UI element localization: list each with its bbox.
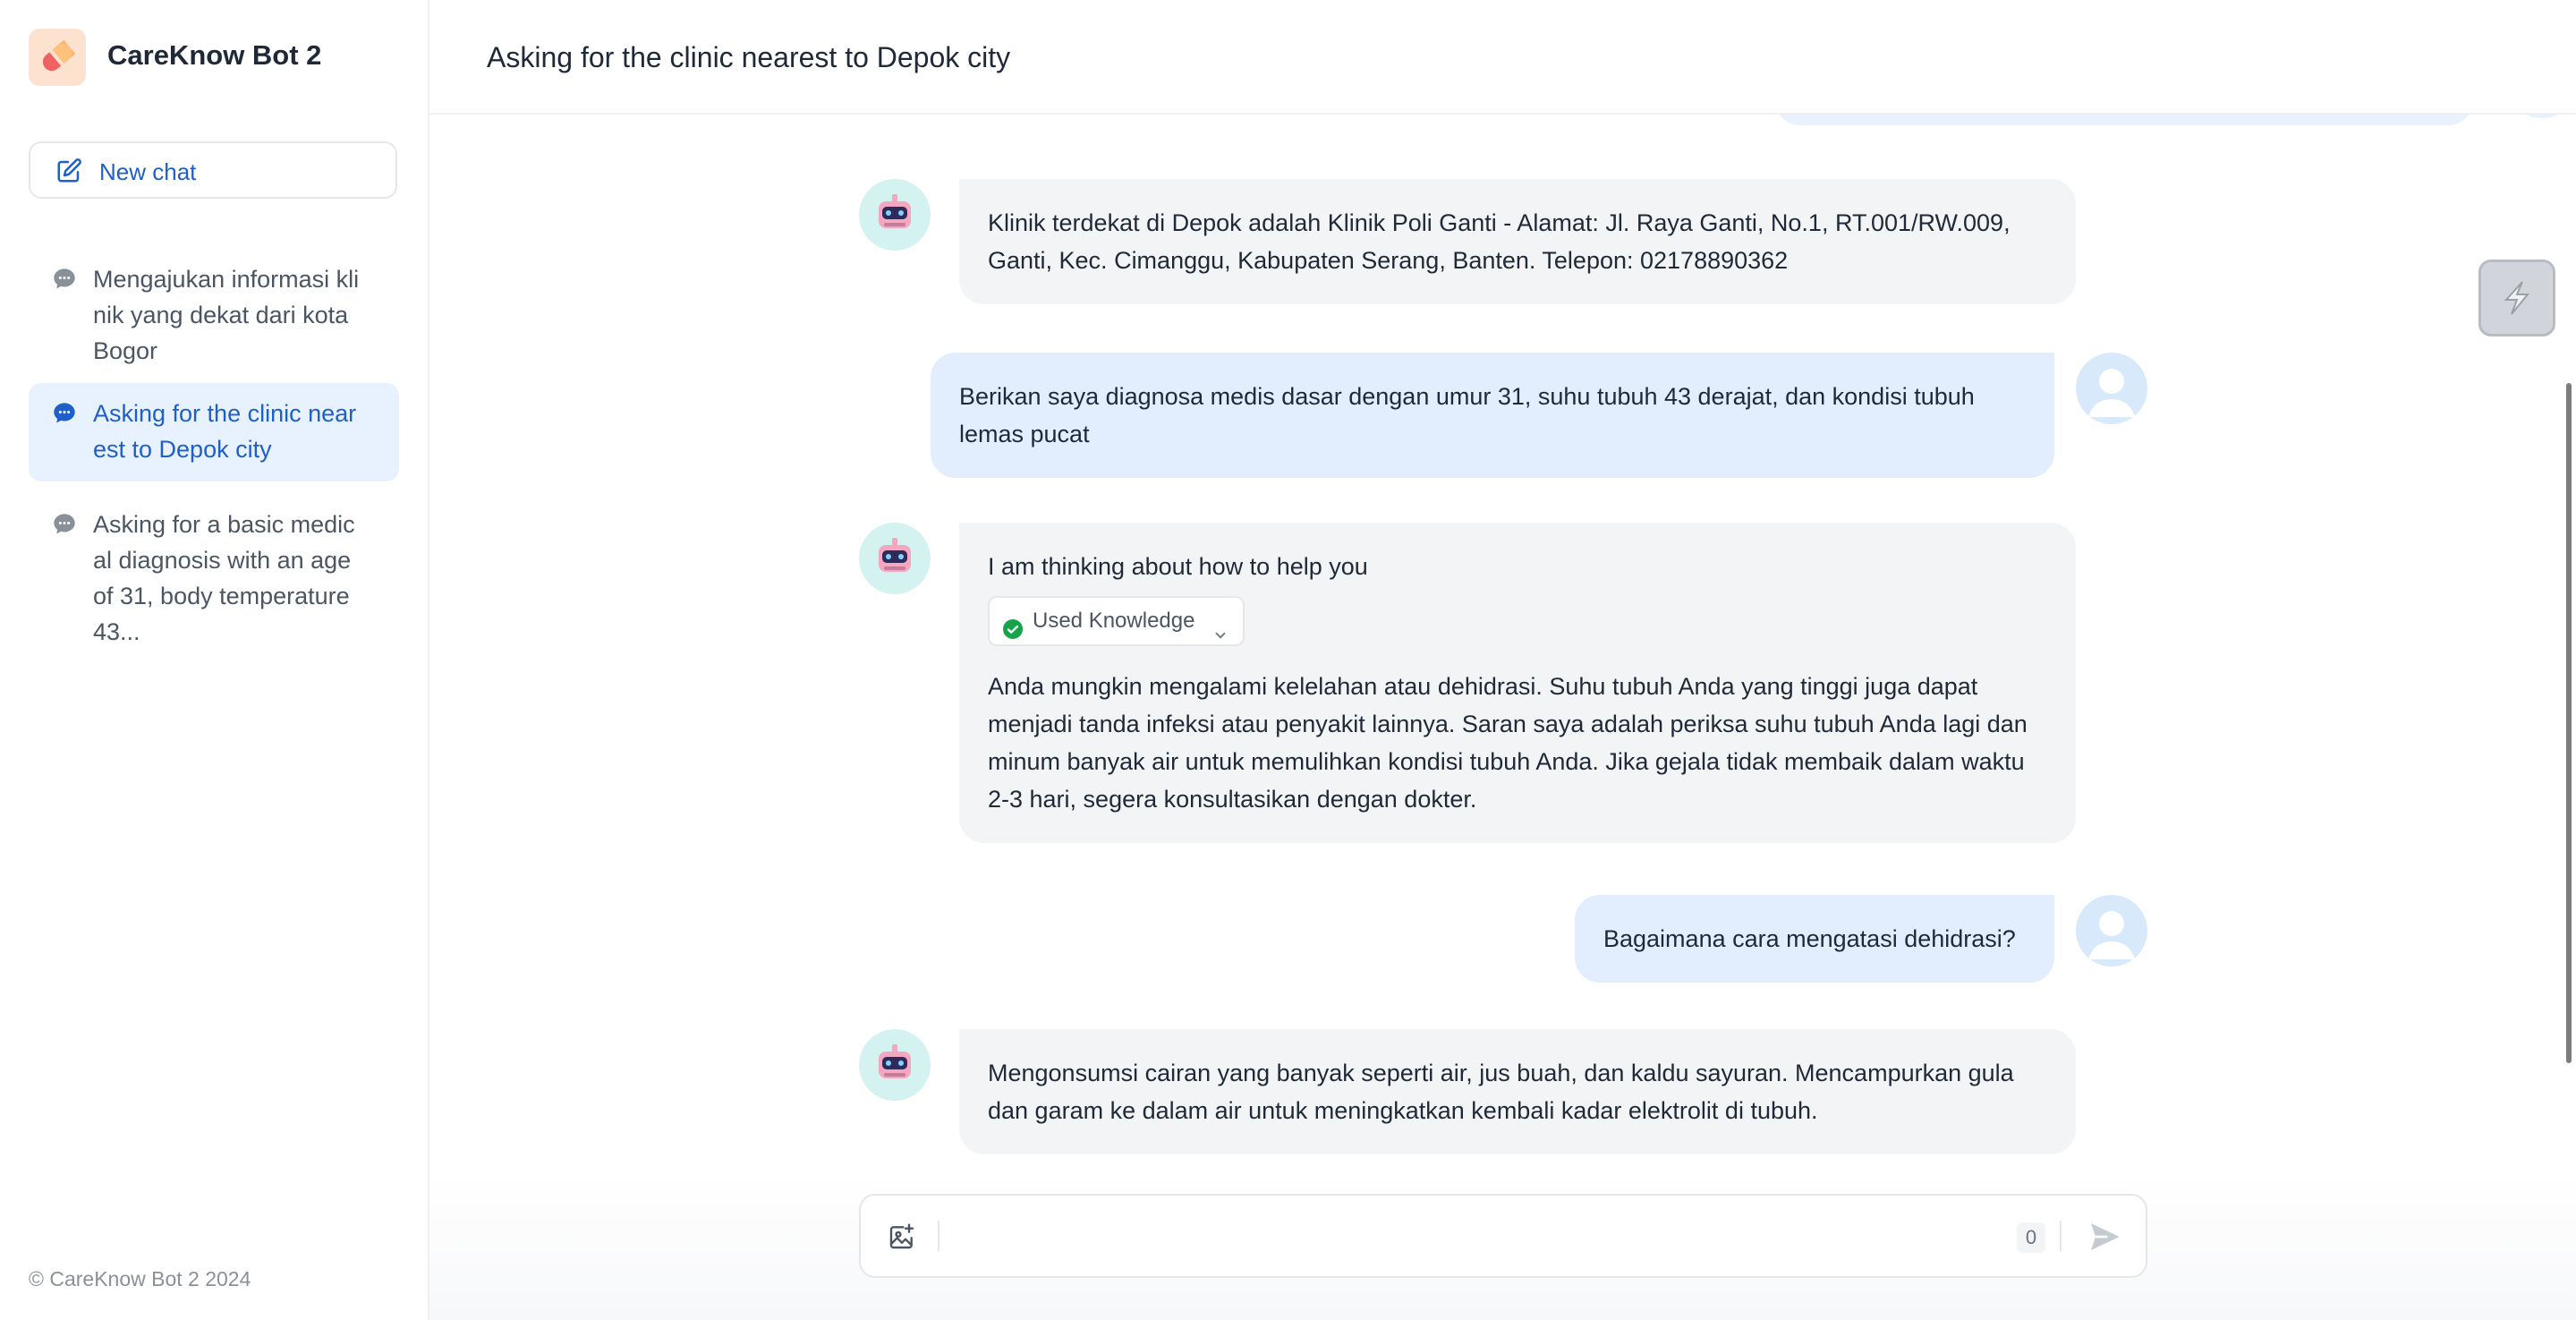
bot-message: I am thinking about how to help you Used…: [959, 523, 2076, 843]
plugin-icon: [2504, 281, 2530, 315]
chat-bubble-icon: [52, 267, 77, 296]
message-input-box[interactable]: 0: [859, 1194, 2147, 1278]
pill-icon: [42, 39, 76, 72]
bot-avatar: [859, 1029, 931, 1101]
message-text: Mengonsumsi cairan yang banyak seperti a…: [988, 1060, 2014, 1124]
chat-area: Klinik terdekat di Depok adalah Klinik P…: [429, 0, 2576, 1320]
copyright-footer: © CareKnow Bot 2 2024: [29, 1267, 251, 1290]
user-avatar: [2076, 895, 2147, 967]
image-plus-icon[interactable]: [888, 1222, 916, 1256]
user-message: Berikan saya diagnosa medis dasar dengan…: [931, 353, 2054, 478]
used-knowledge-label: Used Knowledge: [1033, 609, 1195, 633]
sidebar-conversation-diagnosis[interactable]: Asking for a basic medical diagnosis wit…: [29, 494, 399, 655]
bot-avatar: [859, 179, 931, 251]
char-counter: 0: [2017, 1222, 2045, 1253]
app-logo: [29, 29, 86, 86]
check-circle-icon: [1002, 610, 1024, 657]
bot-message: Mengonsumsi cairan yang banyak seperti a…: [959, 1029, 2076, 1154]
floating-plugin-button[interactable]: [2478, 260, 2555, 336]
divider: [938, 1221, 939, 1251]
chat-bubble-icon: [52, 401, 77, 430]
edit-icon: [55, 158, 82, 189]
chat-bubble-icon: [52, 512, 77, 541]
divider: [2060, 1221, 2062, 1251]
user-message: Bagaimana cara mengatasi dehidrasi?: [1575, 895, 2054, 983]
thinking-text: I am thinking about how to help you: [988, 553, 1368, 580]
bot-message: Klinik terdekat di Depok adalah Klinik P…: [959, 179, 2076, 304]
chevron-down-icon: [1212, 614, 1228, 660]
scrollbar-thumb[interactable]: [2566, 383, 2572, 1063]
app-title: CareKnow Bot 2: [107, 39, 322, 71]
conversation-title: Asking for a basic medical diagnosis wit…: [93, 511, 355, 645]
message-text: Anda mungkin mengalami kelelahan atau de…: [988, 673, 2028, 813]
sidebar-conversation-bogor[interactable]: Mengajukan informasi klinik yang dekat d…: [29, 249, 399, 374]
user-avatar: [2076, 353, 2147, 424]
message-text: Bagaimana cara mengatasi dehidrasi?: [1603, 925, 2016, 952]
sidebar: CareKnow Bot 2 New chat Mengajukan infor…: [0, 0, 429, 1320]
used-knowledge-dropdown[interactable]: Used Knowledge: [988, 596, 1245, 646]
conversation-title: Mengajukan informasi klinik yang dekat d…: [93, 266, 360, 364]
bot-avatar: [859, 523, 931, 594]
new-chat-label: New chat: [99, 158, 197, 185]
sidebar-conversation-depok[interactable]: Asking for the clinic nearest to Depok c…: [29, 383, 399, 481]
new-chat-button[interactable]: New chat: [29, 141, 397, 199]
chat-header: Asking for the clinic nearest to Depok c…: [429, 0, 2576, 115]
conversation-title: Asking for the clinic nearest to Depok c…: [93, 400, 357, 463]
chat-title: Asking for the clinic nearest to Depok c…: [487, 41, 1011, 73]
message-text: Klinik terdekat di Depok adalah Klinik P…: [988, 209, 2011, 274]
send-icon[interactable]: [2087, 1219, 2122, 1259]
message-text: Berikan saya diagnosa medis dasar dengan…: [959, 383, 1975, 447]
